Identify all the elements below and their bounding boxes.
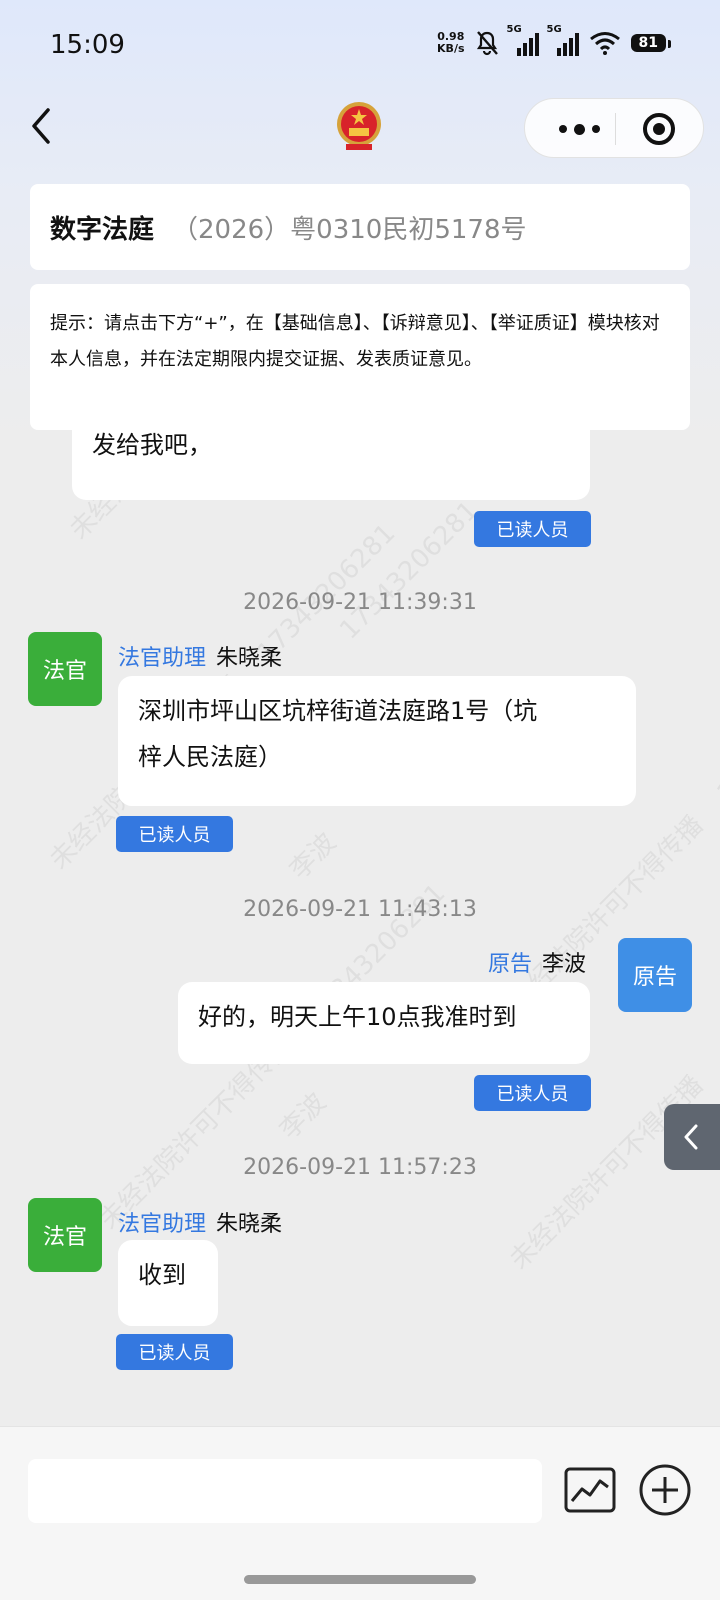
sender-info: 法官助理 朱晓柔 [118, 640, 282, 672]
sender-role: 法官助理 [118, 646, 207, 671]
message-bubble: 好的，明天上午10点我准时到 [178, 982, 590, 1064]
back-icon[interactable] [26, 106, 56, 146]
read-members-button[interactable]: 已读人员 [474, 1075, 591, 1111]
chat-area[interactable]: 未经法院许可不得传播 17343206281 未经法院许可不得传播 173432… [0, 430, 720, 1426]
message-bubble: 深圳市坪山区坑梓街道法庭路1号（坑 梓人民法庭） [118, 676, 636, 806]
message-bubble: 发给我吧， [72, 430, 590, 500]
net-speed: 0.98 KB/s [437, 30, 465, 55]
message-bubble: 收到 [118, 1240, 218, 1326]
bell-muted-icon [476, 31, 498, 56]
sender-name: 朱晓柔 [216, 646, 283, 671]
signal-sim2-icon: 5G [547, 24, 579, 56]
close-target-icon[interactable] [643, 113, 675, 145]
sender-name: 朱晓柔 [216, 1212, 283, 1237]
message-timestamp: 2026-09-21 11:43:13 [243, 897, 477, 922]
read-members-button[interactable]: 已读人员 [116, 816, 233, 852]
side-panel-toggle[interactable] [664, 1104, 720, 1170]
case-header-card: 数字法庭 （2026）粤0310民初5178号 [30, 184, 690, 270]
sender-role: 法官助理 [118, 1212, 207, 1237]
read-members-button[interactable]: 已读人员 [116, 1334, 233, 1370]
message-timestamp: 2026-09-21 11:57:23 [243, 1155, 477, 1180]
capsule-divider [615, 113, 616, 145]
watermark: 李波 [284, 827, 343, 886]
tip-notice: 提示：请点击下方“+”，在【基础信息】、【诉辩意见】、【举证质证】模块核对本人信… [30, 284, 690, 430]
sender-info: 原告 李波 [488, 946, 586, 978]
chevron-left-icon [684, 1124, 698, 1150]
sender-name: 李波 [542, 952, 587, 977]
status-time: 15:09 [50, 30, 125, 60]
read-members-button[interactable]: 已读人员 [474, 511, 591, 547]
message-timestamp: 2026-09-21 11:39:31 [243, 590, 477, 615]
signal-sim1-icon: 5G [507, 24, 539, 56]
sender-info: 法官助理 朱晓柔 [118, 1206, 282, 1238]
sender-role: 原告 [488, 952, 533, 977]
home-indicator[interactable] [244, 1575, 476, 1584]
status-bar: 15:09 0.98 KB/s 5G 5G 81 [0, 0, 720, 92]
plus-icon[interactable] [638, 1463, 692, 1517]
watermark: 李波 [274, 1087, 333, 1146]
battery-indicator: 81 [630, 34, 672, 52]
mini-program-capsule [524, 98, 704, 158]
avatar[interactable]: 法官 [28, 1198, 102, 1272]
image-icon[interactable] [564, 1467, 616, 1513]
case-number: （2026）粤0310民初5178号 [172, 214, 527, 245]
input-bar [0, 1426, 720, 1600]
message-input[interactable] [28, 1459, 542, 1523]
wifi-icon [589, 32, 620, 55]
status-icons: 0.98 KB/s 5G 5G 81 [437, 24, 672, 56]
more-options-icon[interactable] [549, 99, 609, 159]
page-title: 数字法庭 [50, 214, 155, 245]
nav-bar [0, 92, 720, 172]
avatar[interactable]: 原告 [618, 938, 692, 1012]
avatar[interactable]: 法官 [28, 632, 102, 706]
national-emblem-icon [337, 102, 381, 150]
